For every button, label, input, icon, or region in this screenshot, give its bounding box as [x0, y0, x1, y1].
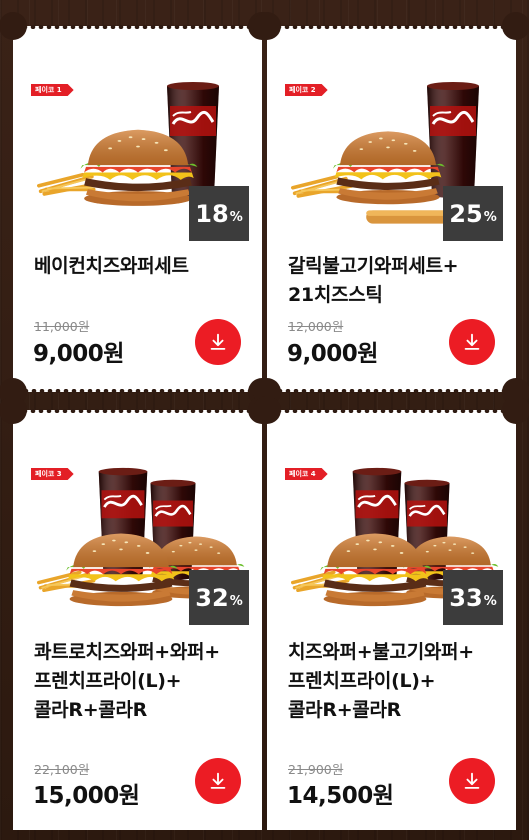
payco-tag: 페이코 1 — [31, 84, 74, 96]
discount-unit: % — [229, 209, 243, 225]
perforation — [267, 25, 516, 29]
download-coupon-button[interactable] — [449, 319, 495, 365]
discount-badge: 33% — [443, 570, 503, 625]
download-coupon-button[interactable] — [195, 319, 241, 365]
payco-tag: 페이코 2 — [285, 84, 328, 96]
original-price: 11,000원 — [34, 319, 90, 334]
perforation — [13, 409, 262, 413]
download-coupon-button[interactable] — [195, 758, 241, 804]
discount-badge: 25% — [443, 186, 503, 241]
corner-notch — [253, 396, 281, 424]
download-icon — [461, 770, 483, 792]
download-coupon-button[interactable] — [449, 758, 495, 804]
corner-notch — [502, 396, 529, 424]
product-name: 갈릭불고기와퍼세트+ 21치즈스틱 — [288, 255, 459, 306]
discount-value: 25 — [449, 199, 483, 228]
coupon-card-4[interactable]: 페이코 4 33% 치즈와퍼+불고기와퍼+ 프렌치프라이(L)+ 콜라R+콜라R… — [253, 396, 529, 830]
coupon-card-3[interactable]: 페이코 3 32% 콰트로치즈와퍼+와퍼+ 프렌치프라이(L)+ 콜라R+콜라R… — [0, 396, 276, 830]
coupon-card-2[interactable]: 페이코 2 25% 갈릭불고기와퍼세트+ 21치즈스틱 12,000원 9,00… — [253, 12, 529, 406]
sale-price: 9,000원 — [287, 341, 378, 367]
corner-notch — [0, 396, 27, 424]
discount-badge: 18% — [189, 186, 249, 241]
discount-value: 32 — [195, 583, 229, 612]
discount-unit: % — [483, 593, 497, 609]
product-name: 콰트로치즈와퍼+와퍼+ 프렌치프라이(L)+ 콜라R+콜라R — [34, 641, 220, 721]
corner-notch — [253, 12, 281, 40]
discount-value: 33 — [449, 583, 483, 612]
perforation — [267, 389, 516, 393]
payco-tag: 페이코 4 — [285, 468, 328, 480]
payco-tag: 페이코 3 — [31, 468, 74, 480]
corner-notch — [0, 12, 27, 40]
discount-badge: 32% — [189, 570, 249, 625]
coupon-card-1[interactable]: 페이코 1 18% 베이컨치즈와퍼세트 11,000원 9,000원 — [0, 12, 276, 406]
discount-unit: % — [229, 593, 243, 609]
perforation — [13, 389, 262, 393]
original-price: 12,000원 — [288, 319, 344, 334]
sale-price: 14,500원 — [287, 783, 394, 809]
product-name: 베이컨치즈와퍼세트 — [34, 255, 189, 277]
sale-price: 15,000원 — [33, 783, 140, 809]
discount-value: 18 — [195, 199, 229, 228]
perforation — [267, 409, 516, 413]
perforation — [13, 25, 262, 29]
discount-unit: % — [483, 209, 497, 225]
download-icon — [207, 770, 229, 792]
sale-price: 9,000원 — [33, 341, 124, 367]
product-name: 치즈와퍼+불고기와퍼+ 프렌치프라이(L)+ 콜라R+콜라R — [288, 641, 474, 721]
download-icon — [461, 331, 483, 353]
corner-notch — [502, 12, 529, 40]
download-icon — [207, 331, 229, 353]
